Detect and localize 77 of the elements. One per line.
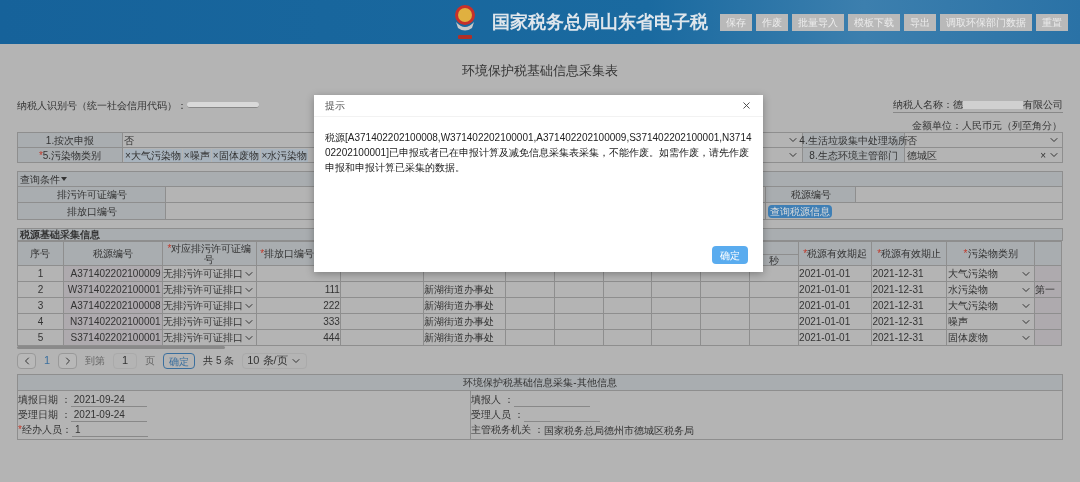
close-icon[interactable] <box>741 100 752 111</box>
table-cell: 2021-12-31 <box>871 329 947 346</box>
previous-page-button[interactable] <box>17 352 36 369</box>
site-title: 国家税务总局山东省电子税 <box>492 10 708 34</box>
table-cell: 2021-01-01 <box>798 281 872 298</box>
taxpayer-name-label: 纳税人名称： <box>893 98 953 112</box>
table-cell: 新湖街道办事处 <box>423 313 506 330</box>
column-header: 序号 <box>17 241 64 266</box>
column-header: *污染物类别 <box>946 241 1035 266</box>
query-toggle[interactable]: 查询条件 <box>20 171 67 187</box>
scrollbar[interactable] <box>17 346 225 349</box>
taxpayer-name-start: 德 <box>953 98 963 112</box>
table-cell: 2021-01-01 <box>798 265 872 282</box>
query-button[interactable]: 查询税源信息 <box>768 204 832 218</box>
table-cell: 2021-12-31 <box>871 313 947 330</box>
table-cell: 2021-12-31 <box>871 265 947 282</box>
info-label: 填报日期 ： <box>18 393 71 407</box>
table-cell: 2021-01-01 <box>798 297 872 314</box>
query-label: 排污许可证编号 <box>18 187 166 202</box>
select-cell[interactable]: 无排污许可证排口 <box>162 297 257 314</box>
table-cell: 4 <box>17 313 64 330</box>
info-value: 2021-09-24 <box>70 409 147 422</box>
info-label: 填报人 ： <box>471 393 514 407</box>
table-cell: 1 <box>17 265 64 282</box>
next-page-button[interactable] <box>58 352 78 369</box>
query-label: 税源编号 <box>766 187 856 202</box>
page-input[interactable]: 1 <box>113 352 138 369</box>
select-cell[interactable]: 大气污染物 <box>946 297 1035 314</box>
section-title: 税源基础采集信息 <box>20 228 100 242</box>
page-unit: 页 <box>145 354 156 368</box>
info-label: 受理日期 ： <box>18 408 71 422</box>
query-label: 排放口编号 <box>18 203 166 219</box>
select-cell[interactable]: 水污染物 <box>946 281 1035 298</box>
info-value: 2021-09-24 <box>70 394 147 407</box>
column-header: *税源有效期止 <box>871 241 947 266</box>
goto-label: 到第 <box>85 354 106 368</box>
info-label: 受理人员 ： <box>471 408 524 422</box>
info-value: 国家税务总局德州市德城区税务局 <box>543 425 694 437</box>
masked-field <box>187 102 259 108</box>
select-cell[interactable]: 大气污染物 <box>946 265 1035 282</box>
section-title: 环境保护税基础信息采集-其他信息 <box>463 376 617 390</box>
info-label: 主管税务机关 ： <box>471 423 544 435</box>
select-cell[interactable]: 无排污许可证排口 <box>162 265 257 282</box>
table-cell: 2 <box>17 281 64 298</box>
select-cell[interactable]: 固体废物 <box>946 329 1035 346</box>
table-cell: 333 <box>256 313 341 330</box>
select-cell[interactable]: 无排污许可证排口 <box>162 281 257 298</box>
table-cell: 新湖街道办事处 <box>423 281 506 298</box>
caret-icon <box>61 177 67 181</box>
select-cell[interactable]: 无排污许可证排口 <box>162 329 257 346</box>
masked-field <box>963 100 1023 109</box>
table-cell: 222 <box>256 297 341 314</box>
column-header: *对应排污许可证编号 <box>162 241 257 266</box>
select-cell[interactable]: 噪声 <box>946 313 1035 330</box>
table-cell: 2021-12-31 <box>871 281 947 298</box>
column-header: *税源有效期起 <box>798 241 872 266</box>
page-title: 环境保护税基础信息采集表 <box>461 62 619 80</box>
table-cell: 2021-01-01 <box>798 329 872 346</box>
page-size-select[interactable]: 10 条/页 <box>242 352 307 369</box>
column-header: 税源编号 <box>63 241 163 266</box>
info-label: *经办人员： <box>18 423 72 437</box>
table-cell: 2021-12-31 <box>871 297 947 314</box>
taxpayer-name-end: 有限公司 <box>1023 98 1063 112</box>
table-cell: 新湖街道办事处 <box>423 329 506 346</box>
table-cell: 3 <box>17 297 64 314</box>
currency-note: 金额单位：人民币元（列至角分） <box>912 119 1062 132</box>
table-cell: 新湖街道办事处 <box>423 297 506 314</box>
table-cell: 5 <box>17 329 64 346</box>
total-count: 共 5 条 <box>203 354 235 368</box>
select-cell[interactable]: 无排污许可证排口 <box>162 313 257 330</box>
info-value: 1 <box>71 424 148 437</box>
taxpayer-id-label: 纳税人识别号（统一社会信用代码）： <box>17 98 187 113</box>
dialog-title: 提示 <box>325 99 345 113</box>
table-cell: 444 <box>256 329 341 346</box>
emblem-icon <box>452 2 478 42</box>
table-cell: 2021-01-01 <box>798 313 872 330</box>
table-cell: 111 <box>256 281 341 298</box>
